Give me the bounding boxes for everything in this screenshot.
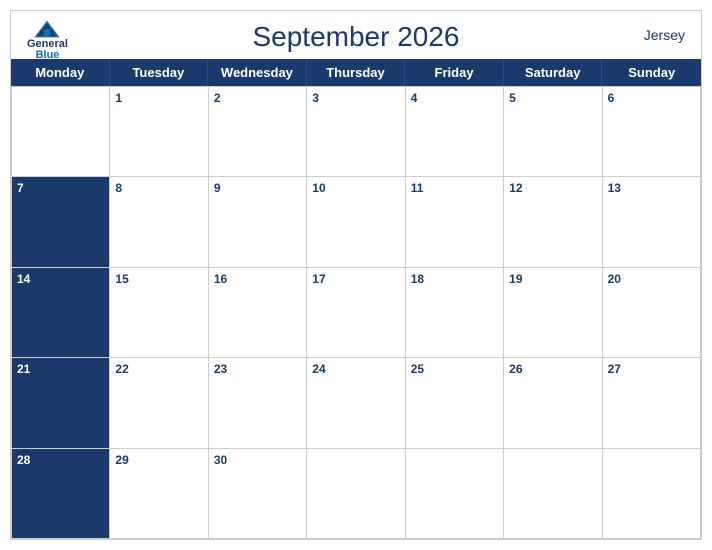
date-number: 16: [214, 272, 301, 286]
date-number: 26: [509, 362, 596, 376]
table-row: 7: [12, 177, 110, 267]
table-row: 4: [406, 87, 504, 177]
table-row: 29: [110, 449, 208, 539]
date-number: 1: [115, 91, 202, 105]
table-row: 11: [406, 177, 504, 267]
day-tuesday: Tuesday: [110, 59, 209, 86]
date-number: 2: [214, 91, 301, 105]
table-row: 12: [504, 177, 602, 267]
table-row: 1: [110, 87, 208, 177]
table-row: 9: [209, 177, 307, 267]
date-number: 11: [411, 181, 498, 195]
table-row: 25: [406, 358, 504, 448]
date-number: 21: [17, 362, 104, 376]
days-header: MondayTuesdayWednesdayThursdayFridaySatu…: [11, 59, 701, 86]
date-number: 7: [17, 181, 104, 195]
table-row: 28: [12, 449, 110, 539]
date-number: 18: [411, 272, 498, 286]
day-sunday: Sunday: [602, 59, 701, 86]
table-row: [307, 449, 405, 539]
table-row: [603, 449, 701, 539]
table-row: 15: [110, 268, 208, 358]
day-saturday: Saturday: [504, 59, 603, 86]
date-number: 28: [17, 453, 104, 467]
date-number: 6: [608, 91, 695, 105]
table-row: 2: [209, 87, 307, 177]
table-row: 8: [110, 177, 208, 267]
table-row: 18: [406, 268, 504, 358]
calendar: General Blue September 2026 Jersey Monda…: [10, 10, 702, 540]
table-row: 3: [307, 87, 405, 177]
date-number: 10: [312, 181, 399, 195]
date-number: 15: [115, 272, 202, 286]
date-number: 13: [608, 181, 695, 195]
date-number: 24: [312, 362, 399, 376]
table-row: 16: [209, 268, 307, 358]
date-number: 17: [312, 272, 399, 286]
region-label: Jersey: [644, 27, 685, 43]
table-row: 23: [209, 358, 307, 448]
day-wednesday: Wednesday: [208, 59, 307, 86]
date-number: 5: [509, 91, 596, 105]
date-number: 3: [312, 91, 399, 105]
table-row: 24: [307, 358, 405, 448]
date-number: 29: [115, 453, 202, 467]
date-number: 9: [214, 181, 301, 195]
table-row: 14: [12, 268, 110, 358]
table-row: 19: [504, 268, 602, 358]
date-number: 12: [509, 181, 596, 195]
table-row: 21: [12, 358, 110, 448]
table-row: [406, 449, 504, 539]
table-row: 10: [307, 177, 405, 267]
table-row: [12, 87, 110, 177]
calendar-header: General Blue September 2026 Jersey: [11, 11, 701, 59]
date-number: 27: [608, 362, 695, 376]
calendar-title: September 2026: [252, 21, 459, 52]
table-row: 30: [209, 449, 307, 539]
date-number: 8: [115, 181, 202, 195]
date-number: 30: [214, 453, 301, 467]
date-number: 25: [411, 362, 498, 376]
table-row: 13: [603, 177, 701, 267]
table-row: 27: [603, 358, 701, 448]
table-row: 22: [110, 358, 208, 448]
day-monday: Monday: [11, 59, 110, 86]
table-row: 20: [603, 268, 701, 358]
date-number: 14: [17, 272, 104, 286]
table-row: 26: [504, 358, 602, 448]
table-row: [504, 449, 602, 539]
day-thursday: Thursday: [307, 59, 406, 86]
logo-icon: [33, 19, 61, 39]
date-number: 19: [509, 272, 596, 286]
day-friday: Friday: [405, 59, 504, 86]
date-number: 23: [214, 362, 301, 376]
date-number: 20: [608, 272, 695, 286]
table-row: 17: [307, 268, 405, 358]
logo: General Blue: [27, 19, 68, 61]
table-row: 5: [504, 87, 602, 177]
date-number: 22: [115, 362, 202, 376]
calendar-grid: 1234567891011121314151617181920212223242…: [11, 86, 701, 539]
table-row: 6: [603, 87, 701, 177]
date-number: 4: [411, 91, 498, 105]
logo-text-blue: Blue: [36, 50, 60, 61]
title-area: September 2026: [252, 21, 459, 53]
